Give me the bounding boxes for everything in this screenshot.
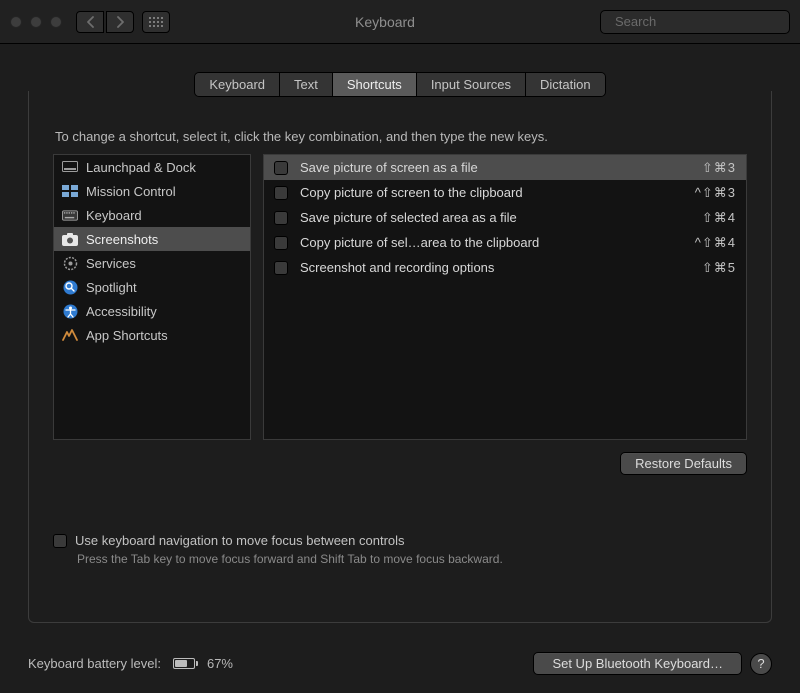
category-label: Spotlight	[86, 280, 137, 295]
category-label: Screenshots	[86, 232, 158, 247]
forward-button[interactable]	[106, 11, 134, 33]
chevron-right-icon	[116, 16, 125, 28]
minimize-window-button[interactable]	[30, 16, 42, 28]
launchpad-icon	[62, 159, 78, 175]
back-button[interactable]	[76, 11, 104, 33]
nav-buttons	[76, 11, 134, 33]
grid-icon	[149, 17, 163, 27]
category-label: Keyboard	[86, 208, 142, 223]
setup-bluetooth-keyboard-button[interactable]: Set Up Bluetooth Keyboard…	[533, 652, 742, 675]
zoom-window-button[interactable]	[50, 16, 62, 28]
shortcut-row[interactable]: Save picture of selected area as a file …	[264, 205, 746, 230]
category-spotlight[interactable]: Spotlight	[54, 275, 250, 299]
category-app-shortcuts[interactable]: App Shortcuts	[54, 323, 250, 347]
instruction-text: To change a shortcut, select it, click t…	[55, 129, 747, 144]
spotlight-icon	[62, 279, 78, 295]
close-window-button[interactable]	[10, 16, 22, 28]
category-services[interactable]: Services	[54, 251, 250, 275]
keyboard-icon	[62, 207, 78, 223]
shortcut-keys[interactable]: ^⇧⌘3	[695, 185, 736, 201]
restore-row: Restore Defaults	[53, 452, 747, 475]
battery-label: Keyboard battery level:	[28, 656, 161, 671]
category-label: App Shortcuts	[86, 328, 168, 343]
shortcut-keys[interactable]: ⇧⌘5	[702, 260, 736, 276]
shortcut-row[interactable]: Screenshot and recording options ⇧⌘5	[264, 255, 746, 280]
shortcut-checkbox[interactable]	[274, 211, 288, 225]
bottom-bar: Keyboard battery level: 67% Set Up Bluet…	[28, 652, 772, 675]
two-pane-container: Launchpad & Dock Mission Control Keyboar…	[53, 154, 747, 440]
category-label: Mission Control	[86, 184, 176, 199]
mission-control-icon	[62, 183, 78, 199]
category-screenshots[interactable]: Screenshots	[54, 227, 250, 251]
search-input[interactable]	[615, 14, 791, 29]
keyboard-nav-section: Use keyboard navigation to move focus be…	[53, 533, 747, 566]
shortcut-keys[interactable]: ^⇧⌘4	[695, 235, 736, 251]
show-all-prefs-button[interactable]	[142, 11, 170, 33]
window-controls	[10, 16, 62, 28]
shortcut-checkbox[interactable]	[274, 186, 288, 200]
category-label: Accessibility	[86, 304, 157, 319]
shortcut-row[interactable]: Copy picture of screen to the clipboard …	[264, 180, 746, 205]
keyboard-nav-hint: Press the Tab key to move focus forward …	[77, 552, 747, 566]
shortcut-checkbox[interactable]	[274, 161, 288, 175]
shortcut-label: Save picture of screen as a file	[300, 160, 690, 175]
category-keyboard[interactable]: Keyboard	[54, 203, 250, 227]
shortcut-checkbox[interactable]	[274, 236, 288, 250]
category-mission-control[interactable]: Mission Control	[54, 179, 250, 203]
chevron-left-icon	[86, 16, 95, 28]
shortcut-keys[interactable]: ⇧⌘4	[702, 210, 736, 226]
shortcut-label: Save picture of selected area as a file	[300, 210, 690, 225]
search-field[interactable]	[600, 10, 790, 34]
shortcut-row[interactable]: Save picture of screen as a file ⇧⌘3	[264, 155, 746, 180]
category-list[interactable]: Launchpad & Dock Mission Control Keyboar…	[53, 154, 251, 440]
battery-icon	[173, 658, 195, 669]
category-launchpad-dock[interactable]: Launchpad & Dock	[54, 155, 250, 179]
window-title: Keyboard	[170, 14, 600, 30]
shortcut-row[interactable]: Copy picture of sel…area to the clipboar…	[264, 230, 746, 255]
restore-defaults-button[interactable]: Restore Defaults	[620, 452, 747, 475]
shortcut-list[interactable]: Save picture of screen as a file ⇧⌘3 Cop…	[263, 154, 747, 440]
accessibility-icon	[62, 303, 78, 319]
shortcut-keys[interactable]: ⇧⌘3	[702, 160, 736, 176]
gear-icon	[62, 255, 78, 271]
shortcut-label: Screenshot and recording options	[300, 260, 690, 275]
keyboard-nav-label: Use keyboard navigation to move focus be…	[75, 533, 405, 548]
shortcuts-panel: To change a shortcut, select it, click t…	[28, 91, 772, 623]
toolbar: Keyboard	[0, 0, 800, 44]
keyboard-nav-checkbox[interactable]	[53, 534, 67, 548]
shortcut-label: Copy picture of sel…area to the clipboar…	[300, 235, 683, 250]
category-accessibility[interactable]: Accessibility	[54, 299, 250, 323]
shortcut-checkbox[interactable]	[274, 261, 288, 275]
shortcut-label: Copy picture of screen to the clipboard	[300, 185, 683, 200]
screenshot-icon	[62, 231, 78, 247]
app-shortcuts-icon	[62, 327, 78, 343]
help-button[interactable]: ?	[750, 653, 772, 675]
category-label: Launchpad & Dock	[86, 160, 196, 175]
battery-percent: 67%	[207, 656, 233, 671]
category-label: Services	[86, 256, 136, 271]
